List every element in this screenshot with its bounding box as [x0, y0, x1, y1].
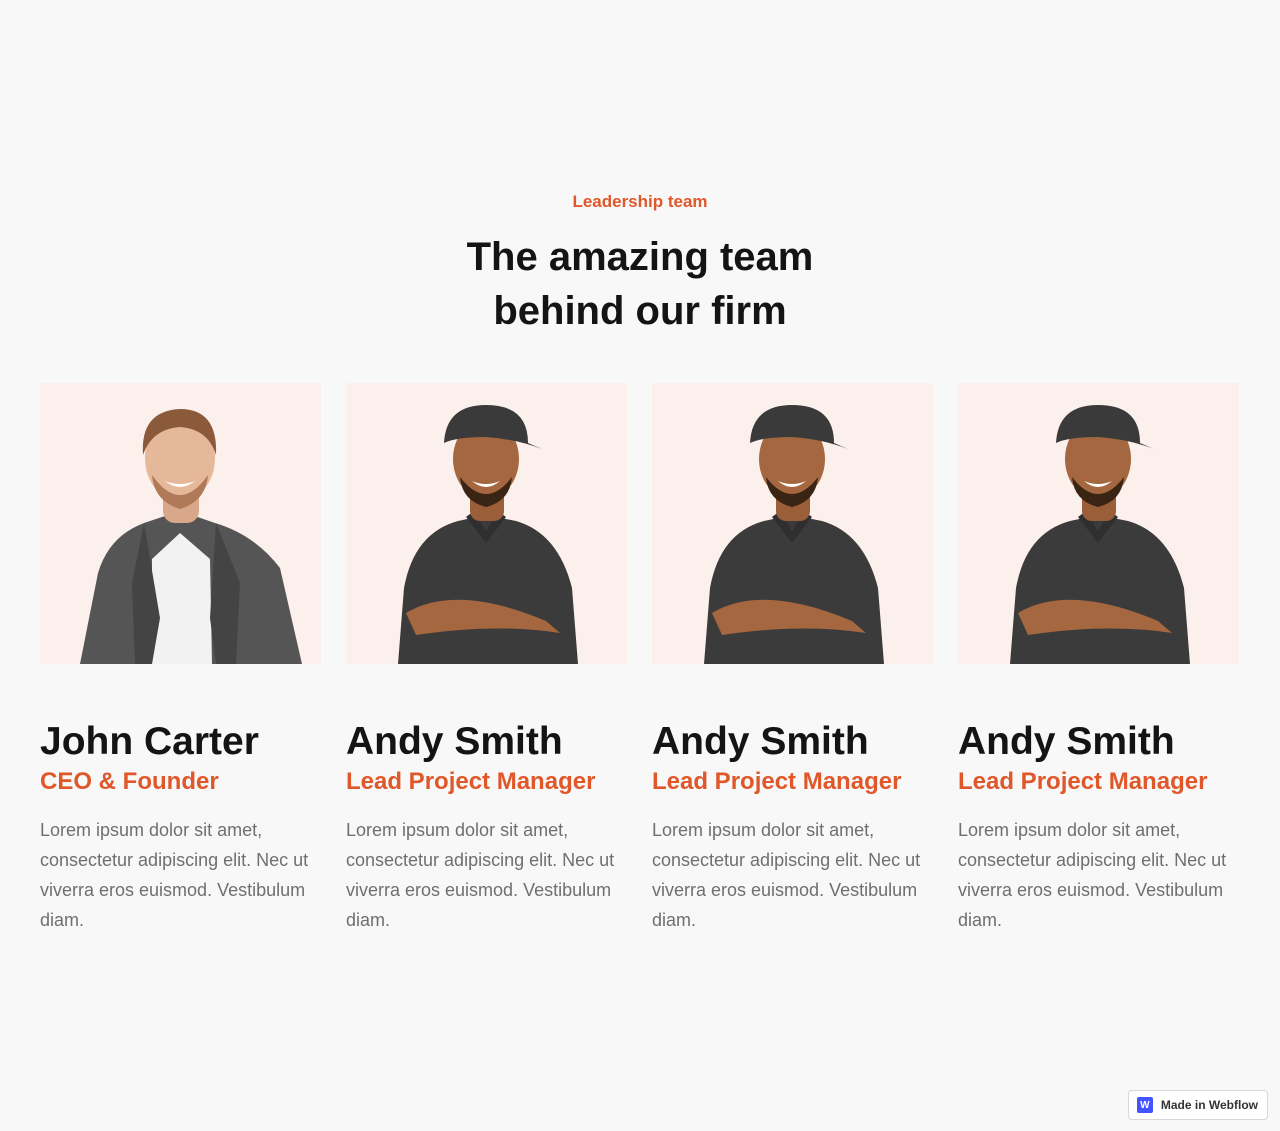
heading-line-1: The amazing team [466, 235, 814, 279]
man-in-cap-and-polo-photo [398, 405, 578, 664]
webflow-logo-icon: W [1136, 1097, 1153, 1113]
team-grid: John Carter CEO & Founder Lorem ipsum do… [40, 383, 1240, 935]
section-heading: The amazing team behind our firm [40, 230, 1240, 338]
team-member-photo [40, 383, 321, 664]
team-card: Andy Smith Lead Project Manager Lorem ip… [958, 383, 1239, 935]
team-member-photo [346, 383, 627, 664]
made-in-webflow-badge[interactable]: W Made in Webflow [1127, 1090, 1268, 1120]
heading-line-2: behind our firm [493, 289, 787, 333]
member-bio: Lorem ipsum dolor sit amet, consectetur … [346, 820, 615, 930]
section-eyebrow: Leadership team [572, 192, 708, 211]
member-name: Andy Smith [346, 720, 563, 763]
team-card: Andy Smith Lead Project Manager Lorem ip… [346, 383, 627, 935]
member-role: Lead Project Manager [346, 768, 596, 795]
member-role: CEO & Founder [40, 768, 219, 795]
member-bio: Lorem ipsum dolor sit amet, consectetur … [40, 820, 309, 930]
man-in-cap-and-polo-photo [1010, 405, 1190, 664]
member-bio: Lorem ipsum dolor sit amet, consectetur … [958, 820, 1227, 930]
member-name: John Carter [40, 720, 259, 763]
team-card: Andy Smith Lead Project Manager Lorem ip… [652, 383, 933, 935]
man-in-gray-blazer-photo [80, 409, 302, 664]
member-role: Lead Project Manager [652, 768, 902, 795]
member-role: Lead Project Manager [958, 768, 1208, 795]
team-card: John Carter CEO & Founder Lorem ipsum do… [40, 383, 321, 935]
team-member-photo [958, 383, 1239, 664]
member-name: Andy Smith [958, 720, 1175, 763]
member-name: Andy Smith [652, 720, 869, 763]
man-in-cap-and-polo-photo [704, 405, 884, 664]
member-bio: Lorem ipsum dolor sit amet, consectetur … [652, 820, 921, 930]
team-member-photo [652, 383, 933, 664]
badge-label: Made in Webflow [1160, 1098, 1258, 1112]
